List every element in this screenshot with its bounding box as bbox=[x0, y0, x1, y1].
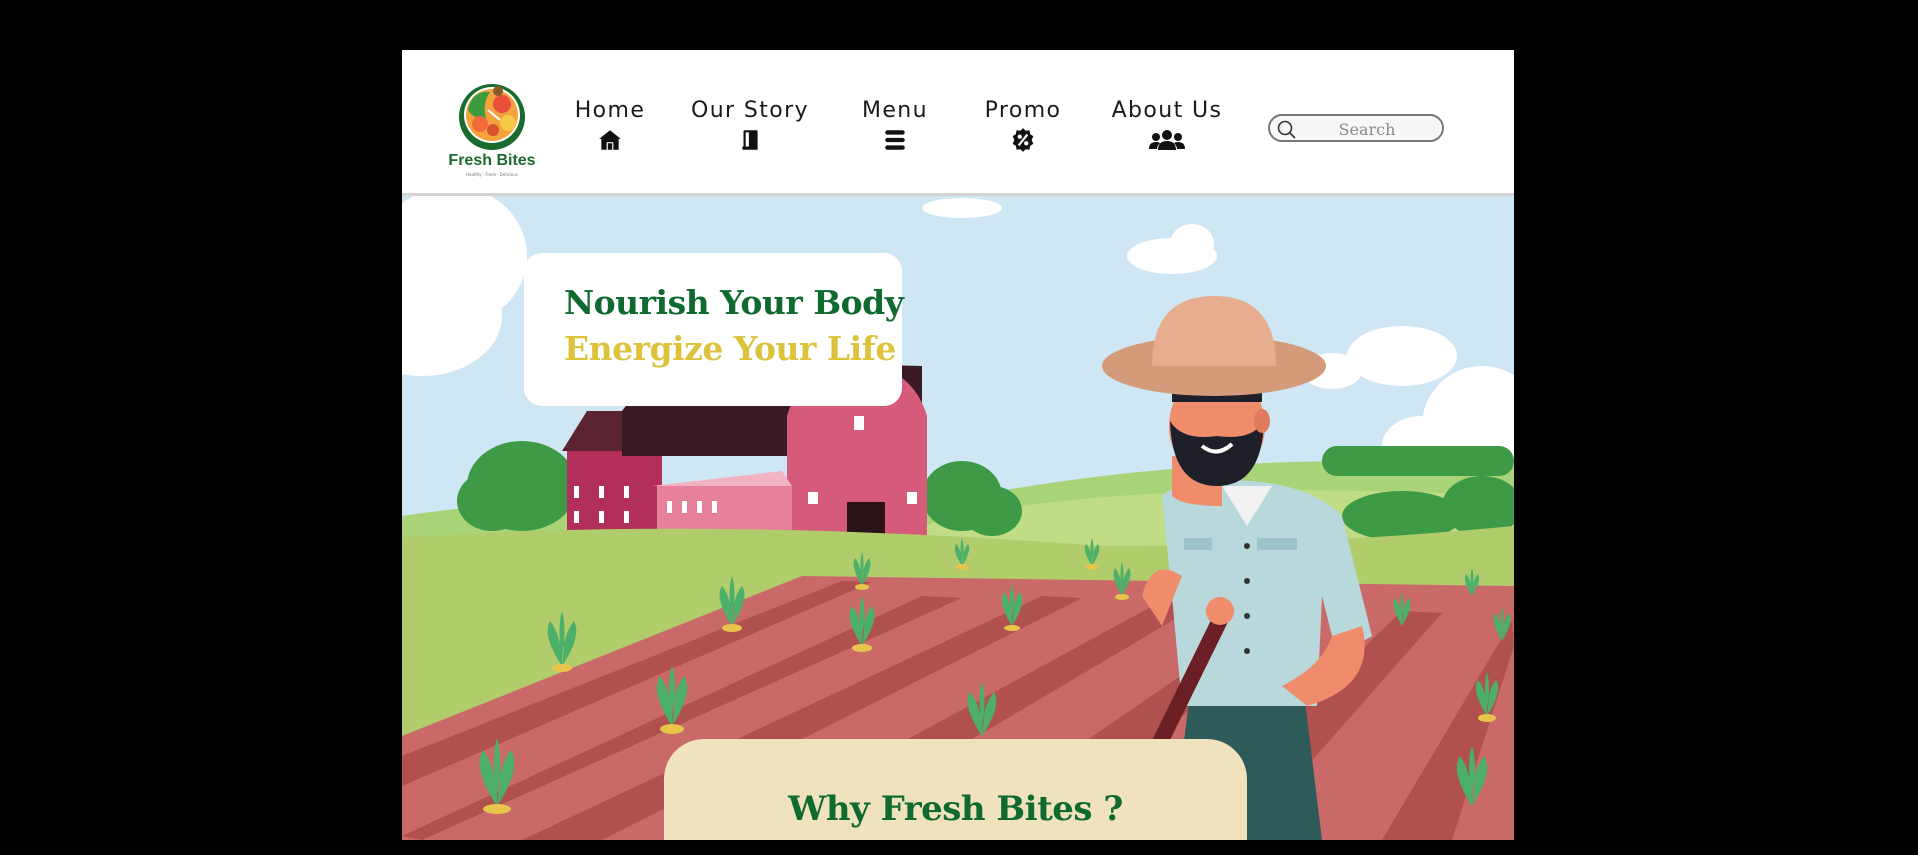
home-icon bbox=[599, 130, 621, 150]
nav-item-our-story[interactable]: Our Story bbox=[690, 98, 810, 153]
top-navigation-bar: Fresh Bites Healthy · Fresh · Delicious … bbox=[402, 50, 1514, 196]
food-bowl-icon bbox=[459, 84, 525, 150]
hero-section: Nourish Your Body Energize Your Life Why… bbox=[402, 196, 1514, 840]
page-frame: Fresh Bites Healthy · Fresh · Delicious … bbox=[402, 50, 1514, 840]
search-icon bbox=[1277, 120, 1296, 139]
hero-headline-primary: Nourish Your Body bbox=[564, 283, 904, 322]
book-icon bbox=[742, 130, 758, 150]
fresh-bites-logo[interactable]: Fresh Bites Healthy · Fresh · Delicious bbox=[442, 80, 542, 180]
nav-item-promo[interactable]: Promo bbox=[982, 98, 1064, 153]
nav-label: Promo bbox=[984, 98, 1062, 123]
nav-label: About Us bbox=[1111, 98, 1223, 123]
nav-label: Our Story bbox=[690, 98, 809, 123]
users-icon bbox=[1149, 130, 1185, 150]
logo-wordmark: Fresh Bites bbox=[448, 152, 536, 169]
nav-label: Home bbox=[574, 98, 646, 123]
menu-bars-icon bbox=[885, 130, 905, 150]
nav-item-home[interactable]: Home bbox=[568, 98, 652, 153]
hero-headline-card: Nourish Your Body Energize Your Life bbox=[524, 253, 904, 406]
search-box[interactable] bbox=[1268, 114, 1444, 142]
nav-item-about-us[interactable]: About Us bbox=[1110, 98, 1224, 153]
nav-label: Menu bbox=[861, 98, 928, 123]
percent-badge-icon bbox=[1012, 128, 1034, 152]
logo-tagline: Healthy · Fresh · Delicious bbox=[466, 172, 518, 177]
hero-headline-secondary: Energize Your Life bbox=[564, 329, 896, 368]
why-fresh-bites-card: Why Fresh Bites ? bbox=[664, 739, 1247, 840]
why-section-title: Why Fresh Bites ? bbox=[788, 789, 1123, 829]
nav-item-menu[interactable]: Menu bbox=[860, 98, 930, 153]
search-input[interactable] bbox=[1300, 116, 1434, 142]
